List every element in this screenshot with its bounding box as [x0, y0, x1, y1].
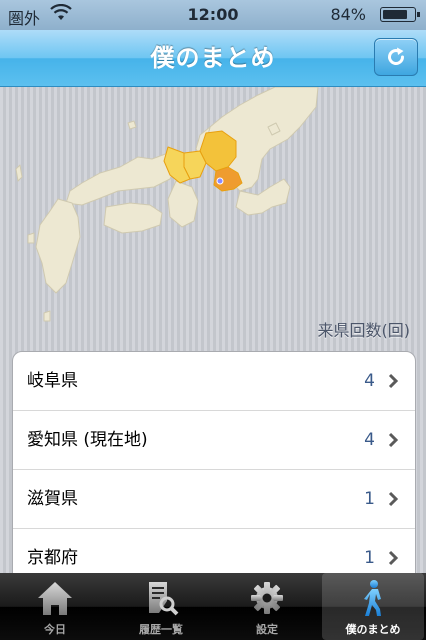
tab-settings[interactable]: 設定 [216, 573, 318, 640]
prefecture-name: 岐阜県 [27, 371, 78, 391]
prefecture-list: 岐阜県 4 愛知県 (現在地) 4 滋賀県 1 京都府 1 [12, 351, 416, 573]
battery-icon [380, 7, 420, 22]
map-land-shikoku [103, 202, 163, 234]
chevron-right-icon [388, 432, 399, 448]
list-item[interactable]: 京都府 1 [13, 529, 415, 573]
list-item[interactable]: 滋賀県 1 [13, 470, 415, 529]
map-island-south [43, 310, 51, 322]
tab-bar: 今日 履歴一覧 設定 僕のまとめ [0, 573, 426, 640]
prefecture-name: 京都府 [27, 548, 78, 568]
refresh-button[interactable] [374, 38, 418, 76]
gear-icon [251, 582, 283, 614]
map-island-tsushima [15, 164, 23, 182]
map-island-oki [127, 120, 137, 130]
tab-label: 履歴一覧 [139, 623, 183, 636]
visit-count: 1 [364, 548, 375, 568]
tab-label: 設定 [256, 623, 278, 636]
tab-my-summary[interactable]: 僕のまとめ [322, 573, 424, 640]
japan-map [15, 87, 319, 322]
current-location-marker [216, 177, 224, 185]
visit-count: 4 [364, 371, 375, 391]
tab-label: 今日 [44, 623, 66, 636]
walking-person-icon [364, 580, 381, 616]
visit-count: 1 [364, 489, 375, 509]
home-icon [38, 582, 72, 615]
status-bar: 圏外 12:00 84% [0, 0, 426, 30]
tab-history[interactable]: 履歴一覧 [110, 573, 212, 640]
map-land-kii [167, 180, 199, 228]
map-land-chugoku [65, 152, 177, 206]
visit-count-header: 来県回数(回) [317, 321, 411, 340]
tab-today[interactable]: 今日 [4, 573, 106, 640]
navigation-bar: 僕のまとめ [0, 30, 426, 87]
chevron-right-icon [388, 550, 399, 566]
visit-count: 4 [364, 430, 375, 450]
prefecture-name: 滋賀県 [27, 489, 78, 509]
chevron-right-icon [388, 373, 399, 389]
list-item[interactable]: 岐阜県 4 [13, 352, 415, 411]
history-search-icon [149, 582, 179, 616]
list-item[interactable]: 愛知県 (現在地) 4 [13, 411, 415, 470]
map-land-kyushu [35, 198, 81, 294]
refresh-icon [388, 47, 404, 65]
page-title: 僕のまとめ [150, 44, 276, 72]
prefecture-name: 愛知県 (現在地) [27, 430, 148, 450]
content-area: 来県回数(回) 岐阜県 4 愛知県 (現在地) 4 滋賀県 1 京都府 1 [0, 87, 426, 573]
battery-percent: 84% [330, 5, 366, 24]
chevron-right-icon [388, 491, 399, 507]
tab-label: 僕のまとめ [345, 623, 401, 636]
map-island-goto [27, 232, 35, 244]
